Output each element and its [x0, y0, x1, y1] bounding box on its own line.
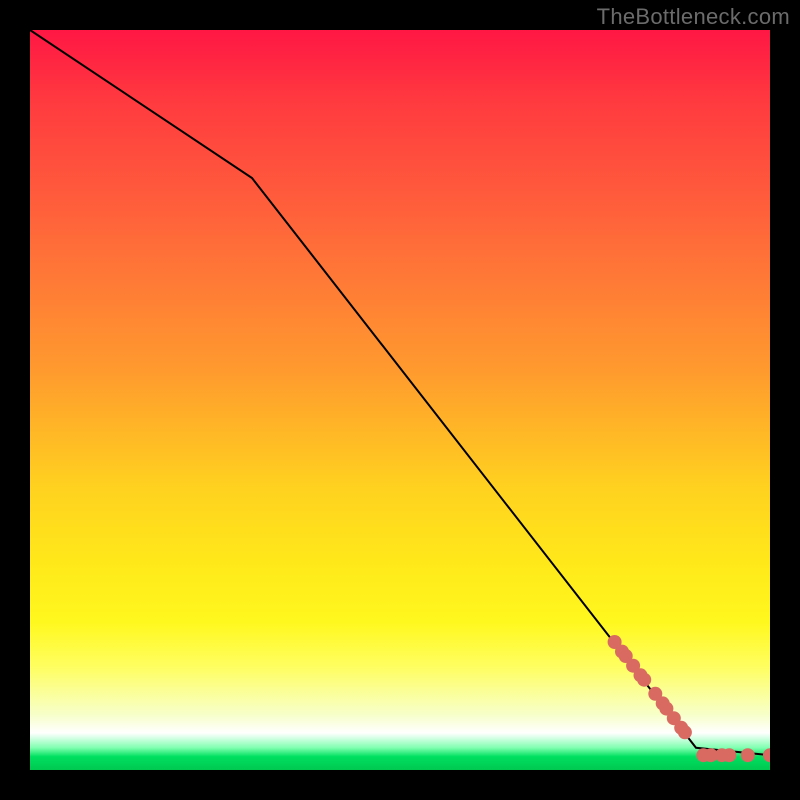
chart-frame: TheBottleneck.com	[0, 0, 800, 800]
plot-area	[30, 30, 770, 770]
chart-overlay	[30, 30, 770, 770]
data-point	[637, 673, 651, 687]
curve-line	[30, 30, 770, 755]
scatter-points	[608, 635, 770, 762]
data-point	[678, 725, 692, 739]
data-point	[741, 748, 755, 762]
watermark-text: TheBottleneck.com	[597, 4, 790, 30]
data-point	[763, 748, 770, 762]
data-point	[722, 748, 736, 762]
